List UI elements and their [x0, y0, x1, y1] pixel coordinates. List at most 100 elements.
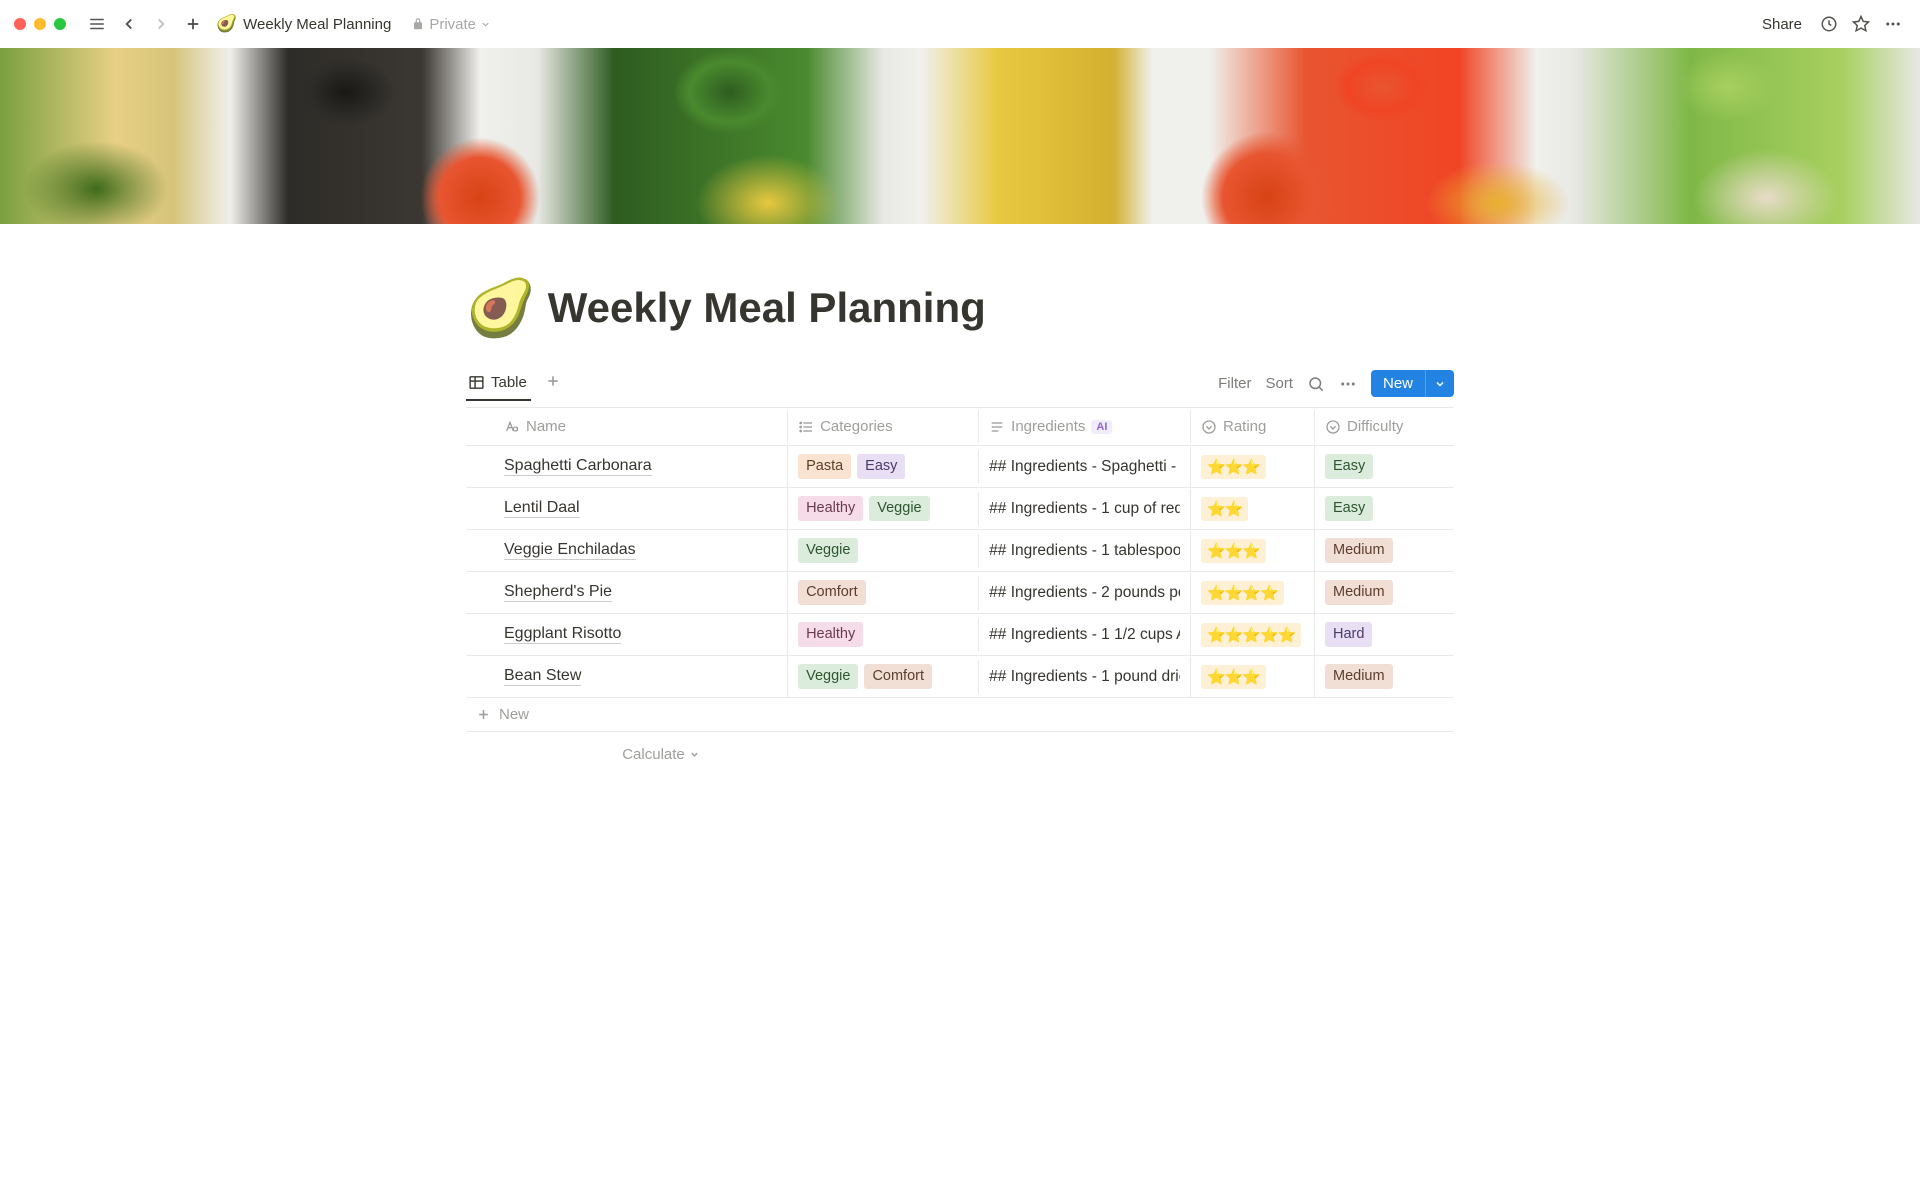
nav-forward-icon[interactable] — [148, 11, 174, 37]
cell-ingredients[interactable]: ## Ingredients - 1 1/2 cups A — [978, 618, 1190, 652]
row-title: Spaghetti Carbonara — [504, 457, 652, 476]
cell-name[interactable]: Bean Stew — [466, 659, 787, 694]
sidebar-toggle-icon[interactable] — [84, 11, 110, 37]
cell-rating[interactable]: ⭐⭐⭐ — [1190, 447, 1314, 487]
cell-difficulty[interactable]: Medium — [1314, 572, 1454, 612]
chevron-down-icon — [480, 19, 491, 30]
cell-ingredients[interactable]: ## Ingredients - 2 pounds pot — [978, 576, 1190, 610]
row-title: Bean Stew — [504, 667, 581, 686]
table-row[interactable]: Lentil Daal HealthyVeggie ## Ingredients -… — [466, 488, 1454, 530]
category-tag: Healthy — [798, 496, 863, 520]
view-bar: Table Filter Sort New — [466, 366, 1454, 408]
row-title: Lentil Daal — [504, 499, 580, 518]
select-property-icon — [1201, 419, 1217, 435]
category-tag: Comfort — [864, 664, 932, 688]
difficulty-tag: Hard — [1325, 622, 1372, 646]
tab-table-label: Table — [491, 374, 527, 391]
calculate-button[interactable]: Calculate — [622, 746, 700, 763]
new-button-dropdown[interactable] — [1425, 370, 1454, 397]
breadcrumb[interactable]: 🥑 Weekly Meal Planning — [216, 14, 391, 34]
difficulty-tag: Medium — [1325, 538, 1393, 562]
column-header-categories[interactable]: Categories — [787, 410, 978, 443]
cell-rating[interactable]: ⭐⭐ — [1190, 489, 1314, 529]
new-button-label: New — [1371, 370, 1425, 397]
close-window-button[interactable] — [14, 18, 26, 30]
difficulty-tag: Easy — [1325, 454, 1373, 478]
cell-name[interactable]: Spaghetti Carbonara — [466, 449, 787, 484]
maximize-window-button[interactable] — [54, 18, 66, 30]
share-button[interactable]: Share — [1754, 12, 1810, 37]
cell-categories[interactable]: HealthyVeggie — [787, 488, 978, 528]
column-header-name[interactable]: Name — [466, 410, 787, 443]
table-row[interactable]: Eggplant RisottoHealthy## Ingredients - … — [466, 614, 1454, 656]
cell-ingredients[interactable]: ## Ingredients - 1 cup of red — [978, 492, 1190, 526]
cell-name[interactable]: Veggie Enchiladas — [466, 533, 787, 568]
cell-name[interactable]: Eggplant Risotto — [466, 617, 787, 652]
column-header-rating[interactable]: Rating — [1190, 410, 1314, 443]
search-button[interactable] — [1307, 375, 1325, 393]
cell-difficulty[interactable]: Medium — [1314, 530, 1454, 570]
cell-ingredients[interactable]: ## Ingredients - 1 tablespoon — [978, 534, 1190, 568]
minimize-window-button[interactable] — [34, 18, 46, 30]
chevron-down-icon — [689, 749, 700, 760]
view-options-button[interactable] — [1339, 375, 1357, 393]
cell-name[interactable]: Shepherd's Pie — [466, 575, 787, 610]
cell-categories[interactable]: Healthy — [787, 614, 978, 654]
page-title[interactable]: Weekly Meal Planning — [548, 284, 986, 332]
cell-rating[interactable]: ⭐⭐⭐ — [1190, 657, 1314, 697]
add-row-button[interactable]: New — [466, 698, 1454, 732]
plus-icon — [476, 707, 491, 722]
table-row[interactable]: Spaghetti CarbonaraPastaEasy## Ingredien… — [466, 446, 1454, 488]
cell-difficulty[interactable]: Medium — [1314, 656, 1454, 696]
cell-categories[interactable]: Veggie — [787, 530, 978, 570]
column-header-difficulty[interactable]: Difficulty — [1314, 410, 1454, 443]
lock-icon — [411, 17, 425, 31]
nav-back-icon[interactable] — [116, 11, 142, 37]
cell-rating[interactable]: ⭐⭐⭐⭐⭐ — [1190, 615, 1314, 655]
ingredients-text: ## Ingredients - 1 pound drie — [989, 668, 1180, 686]
ingredients-text: ## Ingredients - Spaghetti - P — [989, 458, 1180, 476]
cell-difficulty[interactable]: Easy — [1314, 446, 1454, 486]
cell-categories[interactable]: VeggieComfort — [787, 656, 978, 696]
page-emoji[interactable]: 🥑 — [466, 280, 536, 336]
table-row[interactable]: Shepherd's PieComfort ## Ingredients - 2 … — [466, 572, 1454, 614]
updates-icon[interactable] — [1816, 11, 1842, 37]
new-tab-icon[interactable] — [180, 11, 206, 37]
cell-rating[interactable]: ⭐⭐⭐⭐ — [1190, 573, 1314, 613]
category-tag: Veggie — [869, 496, 929, 520]
cell-categories[interactable]: Comfort — [787, 572, 978, 612]
row-title: Veggie Enchiladas — [504, 541, 636, 560]
tab-table[interactable]: Table — [466, 374, 531, 401]
cell-rating[interactable]: ⭐⭐⭐ — [1190, 531, 1314, 571]
table-row[interactable]: Bean Stew VeggieComfort ## Ingredients - 1… — [466, 656, 1454, 698]
breadcrumb-title: Weekly Meal Planning — [243, 16, 391, 33]
ingredients-text: ## Ingredients - 1 cup of red — [989, 500, 1180, 518]
page-cover[interactable] — [0, 48, 1920, 224]
cell-name[interactable]: Lentil Daal — [466, 491, 787, 526]
category-tag: Veggie — [798, 538, 858, 562]
page-header: 🥑 Weekly Meal Planning — [466, 224, 1454, 350]
cell-ingredients[interactable]: ## Ingredients - Spaghetti - P — [978, 450, 1190, 484]
database-table: Name Categories Ingredients AI Rating Di… — [466, 408, 1454, 777]
privacy-indicator[interactable]: Private — [411, 16, 491, 33]
dots-icon — [1339, 375, 1357, 393]
table-icon — [468, 374, 485, 391]
filter-button[interactable]: Filter — [1218, 375, 1251, 392]
cell-categories[interactable]: PastaEasy — [787, 446, 978, 486]
page-content: 🥑 Weekly Meal Planning Table Filter Sort… — [370, 224, 1550, 777]
window-controls — [14, 18, 66, 30]
add-view-button[interactable] — [545, 373, 561, 400]
cell-difficulty[interactable]: Easy — [1314, 488, 1454, 528]
favorite-icon[interactable] — [1848, 11, 1874, 37]
privacy-label: Private — [429, 16, 476, 33]
ingredients-text: ## Ingredients - 2 pounds pot — [989, 584, 1180, 602]
new-button[interactable]: New — [1371, 370, 1454, 397]
table-row[interactable]: Veggie Enchiladas Veggie ## Ingredients - … — [466, 530, 1454, 572]
category-tag: Easy — [857, 454, 905, 478]
sort-button[interactable]: Sort — [1265, 375, 1293, 392]
cell-difficulty[interactable]: Hard — [1314, 614, 1454, 654]
more-icon[interactable] — [1880, 11, 1906, 37]
column-header-ingredients[interactable]: Ingredients AI — [978, 410, 1190, 443]
category-tag: Pasta — [798, 454, 851, 478]
cell-ingredients[interactable]: ## Ingredients - 1 pound drie — [978, 660, 1190, 694]
